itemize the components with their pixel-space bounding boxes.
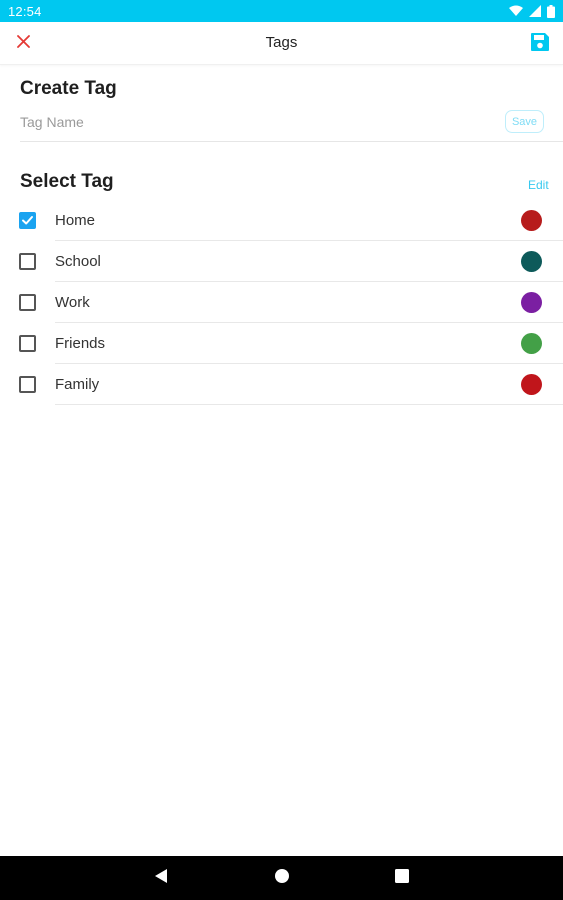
create-tag-heading: Create Tag (20, 78, 117, 99)
home-circle-icon (274, 868, 290, 889)
page-title: Tags (265, 34, 298, 51)
floppy-disk-icon (530, 32, 550, 57)
tag-label: Family (55, 376, 100, 393)
status-icons (509, 4, 555, 18)
save-tag-button[interactable]: Save (505, 110, 544, 133)
tag-row-family[interactable]: Family (0, 364, 563, 405)
back-triangle-icon (154, 868, 168, 889)
select-tag-heading: Select Tag (20, 171, 114, 192)
tag-checkbox[interactable] (19, 294, 36, 311)
tag-list: Home School Work Friends Family (0, 200, 563, 405)
tag-checkbox[interactable] (19, 212, 36, 229)
wifi-icon (509, 5, 523, 17)
tag-color-dot (521, 251, 542, 272)
tag-color-dot (521, 292, 542, 313)
navigation-bar (0, 856, 563, 900)
tag-label: School (55, 253, 101, 270)
divider (55, 404, 563, 405)
divider (20, 141, 563, 142)
save-icon-button[interactable] (527, 31, 553, 57)
status-time: 12:54 (8, 3, 42, 19)
tag-color-dot (521, 374, 542, 395)
tag-row-work[interactable]: Work (0, 282, 563, 323)
tag-name-input[interactable] (20, 110, 490, 134)
tag-color-dot (521, 333, 542, 354)
tag-checkbox[interactable] (19, 376, 36, 393)
tag-label: Home (55, 212, 96, 229)
tag-row-school[interactable]: School (0, 241, 563, 282)
tag-checkbox[interactable] (19, 253, 36, 270)
nav-back-button[interactable] (141, 856, 181, 900)
status-bar: 12:54 (0, 0, 563, 22)
tag-color-dot (521, 210, 542, 231)
nav-home-button[interactable] (262, 856, 302, 900)
app-bar: Tags (0, 22, 563, 65)
tag-checkbox[interactable] (19, 335, 36, 352)
tag-row-home[interactable]: Home (0, 200, 563, 241)
nav-recents-button[interactable] (382, 856, 422, 900)
tag-label: Friends (55, 335, 106, 352)
signal-icon (529, 5, 541, 17)
edit-tags-link[interactable]: Edit (528, 178, 549, 192)
recents-square-icon (395, 868, 409, 888)
tag-label: Work (55, 294, 90, 311)
battery-icon (547, 4, 555, 18)
tag-row-friends[interactable]: Friends (0, 323, 563, 364)
